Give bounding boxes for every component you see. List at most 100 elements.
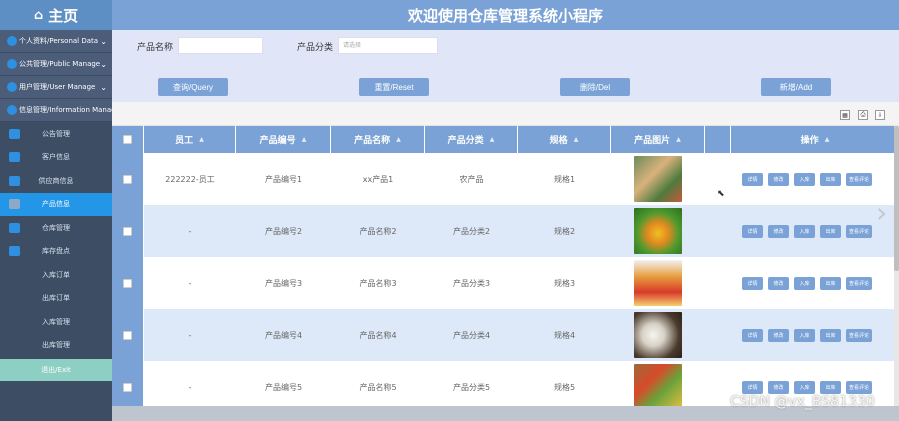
inbound-button[interactable]: 入库	[794, 172, 815, 186]
table-row[interactable]: - 产品编号3 产品名称3 产品分类3 规格3 详情 修改 入库 出库 查看评论	[112, 257, 899, 309]
table-toolbar: ▦ ⎙ ⇩	[112, 102, 899, 126]
home-label: 主页	[48, 6, 79, 25]
edit-button[interactable]: 修改	[768, 380, 789, 394]
watermark: CSDN @vx_BS81330	[730, 394, 875, 410]
sidebar-item-label: 产品信息	[42, 200, 70, 209]
detail-button[interactable]: 详情	[742, 328, 763, 342]
cell-code: 产品编号3	[264, 278, 303, 288]
inbound-button[interactable]: 入库	[794, 276, 815, 290]
cell-spec: 规格4	[553, 330, 576, 340]
sidebar-item-customer[interactable]: 客户信息	[0, 146, 112, 170]
menu-group-public[interactable]: 公共管理/Public Manage ⌄	[0, 53, 112, 76]
table-row[interactable]: - 产品编号2 产品名称2 产品分类2 规格2 详情 修改 入库 出库 查看评论	[112, 205, 899, 257]
sort-icon: ▲	[573, 136, 579, 143]
export-icon[interactable]: ⇩	[875, 110, 885, 120]
product-image-basket[interactable]	[634, 364, 682, 406]
sidebar-item-label: 公告管理	[42, 129, 70, 138]
sidebar-item-notice[interactable]: 公告管理	[0, 122, 112, 146]
col-image[interactable]: 产品图片 ▲	[611, 126, 705, 153]
row-checkbox[interactable]	[123, 382, 132, 392]
cell-category: 产品分类2	[452, 226, 491, 236]
query-button[interactable]: 查询/Query	[158, 78, 228, 96]
select-all-checkbox[interactable]	[123, 135, 132, 144]
chevron-down-icon: ⌄	[100, 36, 107, 46]
row-select-cell	[112, 309, 144, 361]
search-panel: 产品名称 产品分类 请选择 查询/Query 重置/Reset 删除/Del 新…	[112, 30, 899, 102]
col-category[interactable]: 产品分类 ▲	[425, 126, 518, 153]
cell-employee: -	[188, 278, 192, 288]
cell-image	[611, 309, 705, 361]
product-category-select[interactable]: 请选择	[338, 37, 438, 54]
detail-button[interactable]: 详情	[742, 380, 763, 394]
product-image-vegetables[interactable]	[634, 156, 682, 202]
detail-button[interactable]: 详情	[742, 172, 763, 186]
sidebar-item-label: 供应商信息	[38, 176, 74, 185]
outbound-button[interactable]: 出库	[820, 276, 841, 290]
sidebar-item-warehouse[interactable]: 仓库管理	[0, 216, 112, 240]
inbound-button[interactable]: 入库	[794, 224, 815, 238]
col-label: 产品分类	[447, 136, 484, 146]
delete-button[interactable]: 删除/Del	[560, 78, 630, 96]
view-comments-button[interactable]: 查看评论	[846, 380, 873, 394]
product-name-input[interactable]	[178, 37, 263, 54]
add-button[interactable]: 新增/Add	[761, 78, 831, 96]
row-checkbox[interactable]	[123, 330, 132, 340]
columns-icon[interactable]: ▦	[840, 110, 850, 120]
detail-button[interactable]: 详情	[742, 276, 763, 290]
edit-button[interactable]: 修改	[768, 224, 789, 238]
view-comments-button[interactable]: 查看评论	[846, 172, 873, 186]
row-checkbox[interactable]	[123, 278, 132, 288]
edit-button[interactable]: 修改	[768, 172, 789, 186]
product-image-package[interactable]	[634, 260, 682, 306]
sidebar-item-outbound-manage[interactable]: 出库管理	[0, 334, 112, 358]
product-image-corn[interactable]	[634, 208, 682, 254]
edit-button[interactable]: 修改	[768, 276, 789, 290]
col-spec[interactable]: 规格 ▲	[518, 126, 611, 153]
cell-name: xx产品1	[362, 174, 394, 184]
home-link[interactable]: ⌂ 主页	[0, 0, 112, 30]
row-checkbox[interactable]	[123, 174, 132, 184]
outbound-button[interactable]: 出库	[820, 172, 841, 186]
view-comments-button[interactable]: 查看评论	[846, 224, 873, 238]
table-row[interactable]: 222222-员工 产品编号1 xx产品1 农产品 规格1 详情 修改 入库 出…	[112, 153, 899, 205]
cell-image	[611, 153, 705, 205]
col-code[interactable]: 产品编号 ▲	[236, 126, 331, 153]
sidebar-item-inbound-manage[interactable]: 入库管理	[0, 310, 112, 334]
table-row[interactable]: - 产品编号4 产品名称4 产品分类4 规格4 详情 修改 入库 出库 查看评论	[112, 309, 899, 361]
row-actions: 详情 修改 入库 出库 查看评论	[731, 153, 873, 205]
menu-group-user[interactable]: 用户管理/User Manage ⌄	[0, 76, 112, 99]
view-comments-button[interactable]: 查看评论	[846, 328, 873, 342]
product-table: 员工 ▲ 产品编号 ▲ 产品名称 ▲ 产品分类 ▲ 规格 ▲ 产品图片 ▲ 操作 ▲ 2222…	[112, 126, 899, 406]
outbound-button[interactable]: 出库	[820, 224, 841, 238]
vertical-scrollbar[interactable]	[894, 126, 899, 406]
menu-group-information[interactable]: 信息管理/Information Manage ⌄	[0, 99, 112, 122]
col-label: 产品名称	[354, 136, 391, 146]
sidebar-item-outbound-order[interactable]: 出库订单	[0, 287, 112, 311]
sidebar-item-product[interactable]: 产品信息	[0, 192, 112, 216]
outbound-button[interactable]: 出库	[820, 328, 841, 342]
edit-button[interactable]: 修改	[768, 328, 789, 342]
sidebar-item-inventory[interactable]: 库存盘点	[0, 240, 112, 264]
sidebar-item-supplier[interactable]: 供应商信息	[0, 169, 112, 193]
col-name[interactable]: 产品名称 ▲	[331, 126, 425, 153]
col-label: 产品图片	[634, 136, 671, 146]
cell-spec: 规格5	[553, 382, 576, 392]
print-icon[interactable]: ⎙	[858, 110, 868, 120]
logout-button[interactable]: 退出/Exit	[0, 359, 112, 381]
menu-group-personal[interactable]: 个人资料/Personal Data ⌄	[0, 30, 112, 53]
sidebar-item-inbound-order[interactable]: 入库订单	[0, 263, 112, 287]
inbound-button[interactable]: 入库	[794, 328, 815, 342]
product-image-milk[interactable]	[634, 312, 682, 358]
detail-button[interactable]: 详情	[742, 224, 763, 238]
row-checkbox[interactable]	[123, 226, 132, 236]
sidebar-item-label: 出库订单	[42, 294, 70, 303]
chevron-right-icon[interactable]: ›	[876, 196, 887, 229]
inbound-button[interactable]: 入库	[794, 380, 815, 394]
reset-button[interactable]: 重置/Reset	[359, 78, 429, 96]
scrollbar-thumb[interactable]	[894, 126, 899, 271]
view-comments-button[interactable]: 查看评论	[846, 276, 873, 290]
col-employee[interactable]: 员工 ▲	[144, 126, 236, 153]
outbound-button[interactable]: 出库	[820, 380, 841, 394]
col-label: 规格	[549, 136, 568, 146]
sidebar-item-label: 客户信息	[42, 153, 70, 162]
